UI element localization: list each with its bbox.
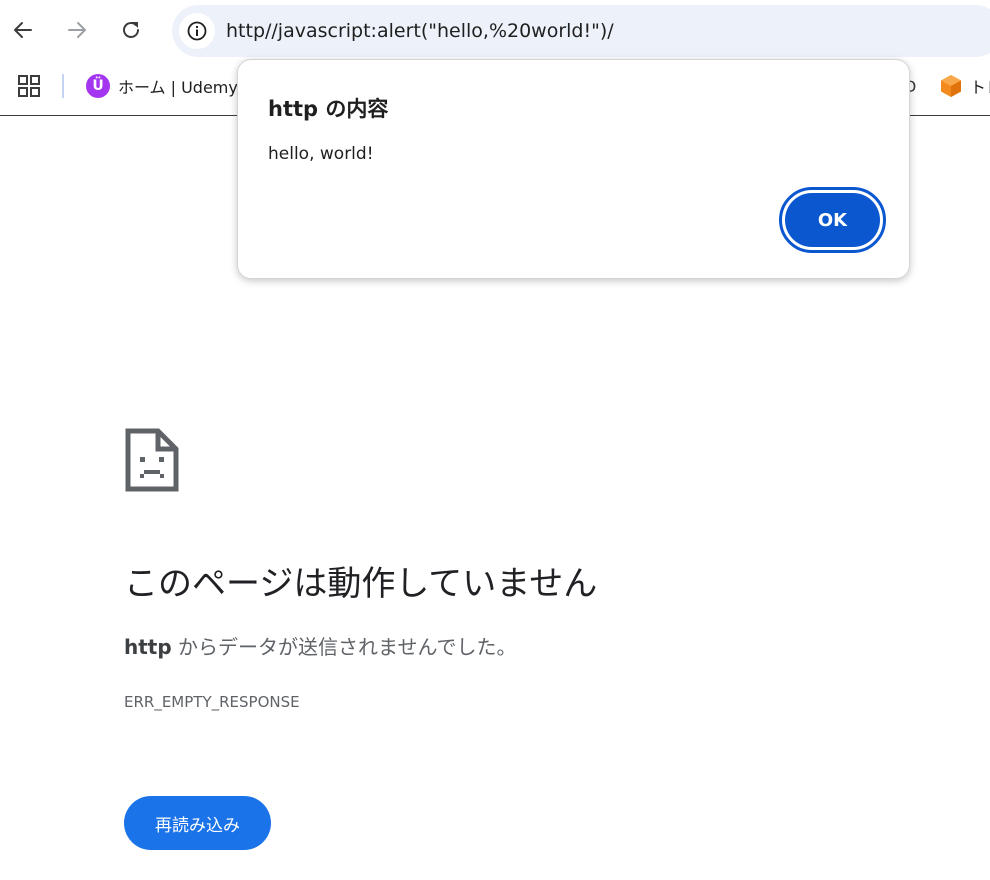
bookmark-tore[interactable]: トレ xyxy=(940,70,990,102)
dialog-title: http の内容 xyxy=(268,97,389,121)
error-description: http からデータが送信されませんでした。 xyxy=(124,632,516,662)
bookmark-label: トレ xyxy=(970,78,990,97)
back-button[interactable] xyxy=(3,10,43,50)
address-bar[interactable]: http//javascript:alert("hello,%20world!"… xyxy=(172,5,990,57)
forward-button[interactable] xyxy=(57,10,97,50)
reload-page-button[interactable] xyxy=(111,10,151,50)
arrow-left-icon xyxy=(14,22,32,38)
ok-button-label: OK xyxy=(785,193,880,247)
reload-button[interactable]: 再読み込み xyxy=(124,796,271,850)
bookmark-udemy[interactable]: Ü ホーム | Udemy xyxy=(86,70,238,102)
sad-page-icon xyxy=(125,428,179,492)
alert-dialog: http の内容 hello, world! OK xyxy=(237,59,910,279)
info-icon xyxy=(187,21,207,41)
error-code: ERR_EMPTY_RESPONSE xyxy=(124,693,300,711)
ok-button[interactable]: OK xyxy=(779,187,886,253)
bookmark-label: ホーム | Udemy xyxy=(118,78,238,97)
reload-icon xyxy=(123,22,139,38)
browser-toolbar: http//javascript:alert("hello,%20world!"… xyxy=(0,0,990,60)
url-text[interactable]: http//javascript:alert("hello,%20world!"… xyxy=(226,18,614,44)
dialog-message: hello, world! xyxy=(268,144,374,164)
error-host: http xyxy=(124,635,172,659)
error-title: このページは動作していません xyxy=(124,564,598,604)
arrow-right-icon xyxy=(68,22,86,38)
udemy-logo-icon: Ü xyxy=(86,74,110,98)
error-description-text: からデータが送信されませんでした。 xyxy=(171,635,517,659)
site-info-button[interactable] xyxy=(179,13,215,49)
apps-grid-icon[interactable] xyxy=(18,75,40,97)
orange-cube-icon xyxy=(941,75,961,97)
bookmarks-divider xyxy=(62,74,64,98)
